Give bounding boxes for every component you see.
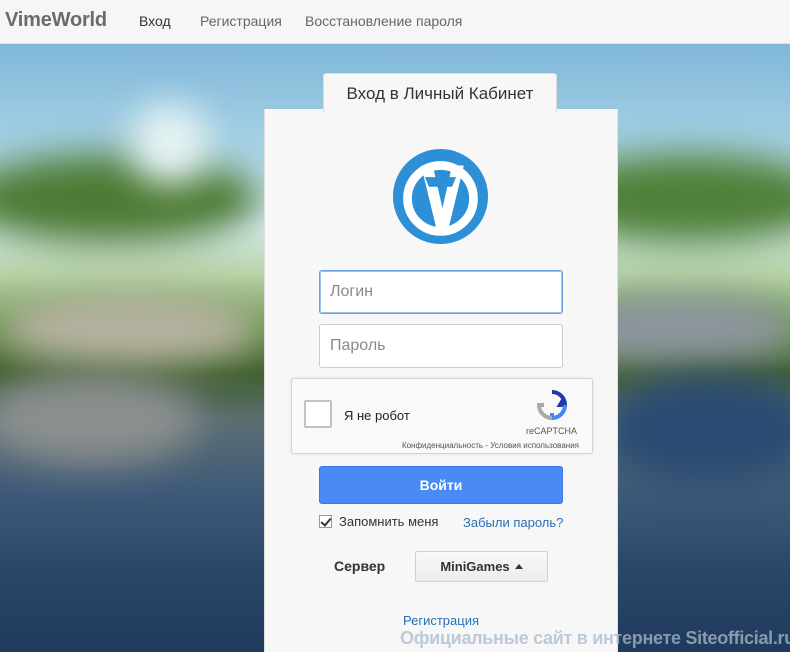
nav-register[interactable]: Регистрация bbox=[200, 13, 282, 29]
server-dropdown-value: MiniGames bbox=[440, 559, 510, 574]
recaptcha-checkbox[interactable] bbox=[304, 400, 332, 428]
forgot-password-link[interactable]: Забыли пароль? bbox=[463, 515, 563, 530]
server-label: Сервер bbox=[334, 558, 386, 574]
recaptcha-brand: reCAPTCHA bbox=[526, 426, 578, 436]
login-input[interactable] bbox=[319, 270, 563, 314]
recaptcha-links[interactable]: Конфиденциальность - Условия использован… bbox=[402, 441, 579, 450]
nav-password-recovery[interactable]: Восстановление пароля bbox=[305, 13, 462, 29]
vimeworld-logo-icon bbox=[392, 148, 489, 245]
register-link[interactable]: Регистрация bbox=[403, 613, 479, 628]
recaptcha-label: Я не робот bbox=[344, 408, 410, 423]
recaptcha-widget: Я не робот reCAPTCHA Конфиденциальность … bbox=[291, 378, 593, 454]
top-navbar: VimeWorld Вход Регистрация Восстановлени… bbox=[0, 0, 790, 44]
login-button[interactable]: Войти bbox=[319, 466, 563, 504]
nav-login[interactable]: Вход bbox=[139, 13, 171, 29]
login-panel-title: Вход в Личный Кабинет bbox=[323, 73, 557, 113]
remember-me-checkbox[interactable] bbox=[319, 515, 332, 528]
brand-logo[interactable]: VimeWorld bbox=[5, 9, 107, 32]
remember-me: Запомнить меня bbox=[319, 514, 438, 529]
server-dropdown[interactable]: MiniGames bbox=[415, 551, 548, 582]
remember-me-label: Запомнить меня bbox=[339, 514, 439, 529]
watermark: Официальные сайт в интернете Siteofficia… bbox=[400, 628, 790, 648]
caret-up-icon bbox=[514, 564, 523, 569]
recaptcha-icon bbox=[536, 390, 568, 421]
password-input[interactable] bbox=[319, 324, 563, 368]
